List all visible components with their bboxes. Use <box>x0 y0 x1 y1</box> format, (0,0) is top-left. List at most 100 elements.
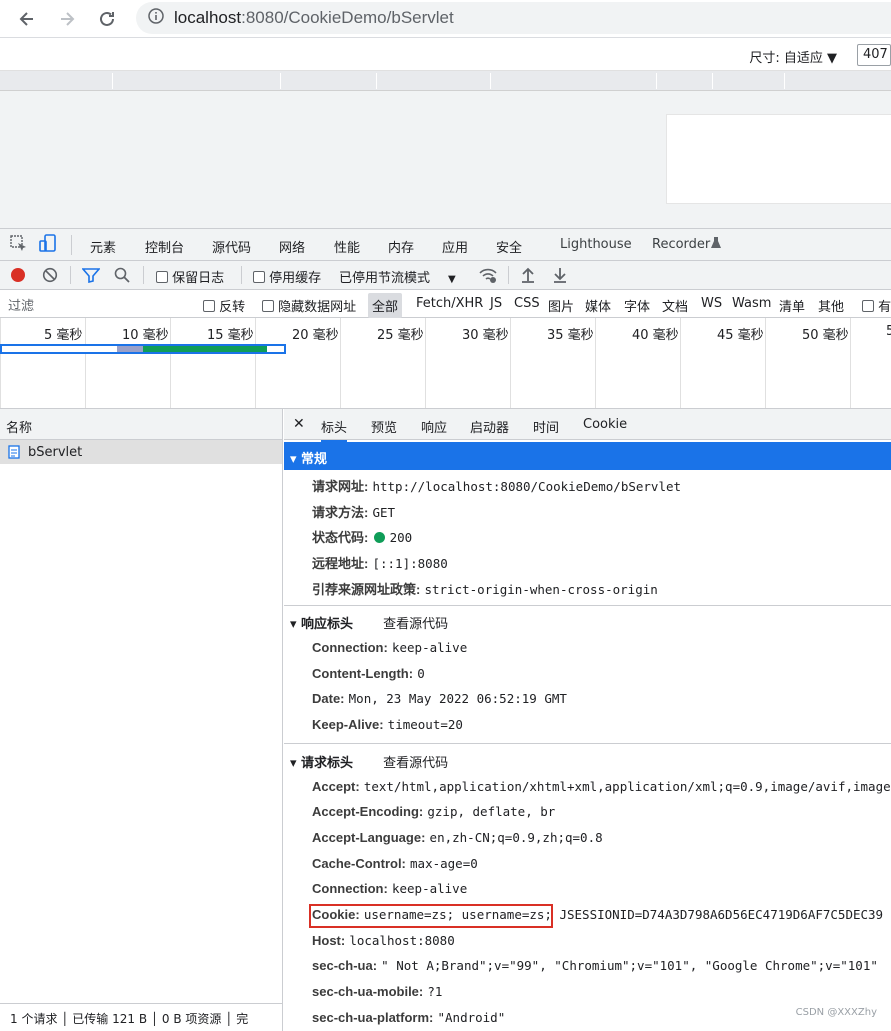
url-field[interactable]: localhost:8080/CookieDemo/bServlet <box>136 2 891 34</box>
header-value: " Not A;Brand";v="99", "Chromium";v="101… <box>381 958 878 973</box>
header-value: en,zh-CN;q=0.9,zh;q=0.8 <box>429 830 603 845</box>
general-request-url: 请求网址: http://localhost:8080/CookieDemo/b… <box>312 476 681 496</box>
request-details-panel: ✕ 标头 预览 响应 启动器 时间 Cookie ▾ 常规 请求网址: http… <box>284 409 891 1031</box>
network-conditions-icon[interactable] <box>478 266 498 288</box>
header-value: timeout=20 <box>387 717 463 732</box>
filter-input[interactable]: 过滤 <box>4 293 188 315</box>
header-key: Host: <box>312 933 346 948</box>
view-source-link[interactable]: 查看源代码 <box>383 756 448 771</box>
tab-performance[interactable]: 性能 <box>334 237 360 256</box>
request-header-row: sec-ch-ua-platform: "Android" <box>312 1010 505 1030</box>
checkbox[interactable] <box>156 271 168 283</box>
response-headers-section-header[interactable]: ▾ 响应标头 查看源代码 <box>284 607 891 635</box>
throttling-select[interactable]: 已停用节流模式 ▼ <box>339 267 456 286</box>
tab-cookies[interactable]: Cookie <box>583 417 627 432</box>
type-filter-media[interactable]: 媒体 <box>585 296 611 315</box>
search-icon[interactable] <box>114 267 130 287</box>
tab-console[interactable]: 控制台 <box>145 237 184 256</box>
flask-icon <box>710 236 722 254</box>
type-filter-other[interactable]: 其他 <box>818 296 844 315</box>
header-key: Connection: <box>312 640 388 655</box>
checkbox[interactable] <box>262 300 274 312</box>
type-filter-css[interactable]: CSS <box>514 296 540 311</box>
close-icon[interactable]: ✕ <box>293 416 305 432</box>
timeline-tick-label: 10 毫秒 <box>122 328 169 343</box>
blocked-requests-checkbox[interactable]: 有 <box>862 296 891 315</box>
request-row[interactable]: bServlet <box>0 440 282 464</box>
tab-elements[interactable]: 元素 <box>90 237 116 256</box>
general-section-header[interactable]: ▾ 常规 <box>284 442 891 470</box>
request-headers-section-header[interactable]: ▾ 请求标头 查看源代码 <box>284 746 891 774</box>
tab-network[interactable]: 网络 <box>279 237 306 263</box>
name-column-header[interactable]: 名称 <box>0 409 282 440</box>
type-filter-js[interactable]: JS <box>490 296 502 311</box>
timeline-overview[interactable]: 5 毫秒 10 毫秒 15 毫秒 20 毫秒 25 毫秒 30 毫秒 35 毫秒… <box>0 318 891 409</box>
tab-lighthouse[interactable]: Lighthouse <box>560 237 632 252</box>
type-filter-all[interactable]: 全部 <box>368 293 403 318</box>
timeline-tick-label: 20 毫秒 <box>292 328 339 343</box>
preserve-log-checkbox[interactable]: 保留日志 <box>156 267 224 286</box>
invert-checkbox[interactable]: 反转 <box>203 296 245 315</box>
media-query-ruler[interactable] <box>0 71 891 91</box>
info-icon[interactable] <box>148 8 164 28</box>
address-bar: localhost:8080/CookieDemo/bServlet <box>0 0 891 38</box>
timeline-tick-label: 15 毫秒 <box>207 328 254 343</box>
tab-timing[interactable]: 时间 <box>533 417 559 436</box>
tab-memory[interactable]: 内存 <box>388 237 414 256</box>
tab-application[interactable]: 应用 <box>442 237 468 256</box>
header-value: ?1 <box>427 984 443 999</box>
type-filter-manifest[interactable]: 清单 <box>779 296 805 315</box>
type-filter-img[interactable]: 图片 <box>548 296 574 315</box>
checkbox[interactable] <box>862 300 874 312</box>
record-icon[interactable] <box>10 267 26 287</box>
type-filter-font[interactable]: 字体 <box>624 296 650 315</box>
request-header-row: Accept-Language: en,zh-CN;q=0.9,zh;q=0.8 <box>312 830 603 850</box>
tab-security[interactable]: 安全 <box>496 237 522 256</box>
type-filter-ws[interactable]: WS <box>701 296 722 311</box>
devtools-tabbar: 元素 控制台 源代码 网络 性能 内存 应用 安全 Lighthouse Rec… <box>0 228 891 263</box>
url-path: :8080/CookieDemo/bServlet <box>241 8 454 27</box>
header-value: localhost:8080 <box>349 933 455 948</box>
header-key: 引荐来源网址政策: <box>312 582 421 597</box>
request-name: bServlet <box>28 444 83 460</box>
header-key: Date: <box>312 691 345 706</box>
tab-preview[interactable]: 预览 <box>371 417 397 436</box>
checkbox[interactable] <box>253 271 265 283</box>
header-key: 请求网址: <box>312 479 369 494</box>
response-header-row: Date: Mon, 23 May 2022 06:52:19 GMT <box>312 691 567 711</box>
clear-icon[interactable] <box>42 267 58 287</box>
inspect-element-icon[interactable] <box>10 235 28 257</box>
timeline-tick-label: 45 毫秒 <box>717 328 764 343</box>
view-source-link[interactable]: 查看源代码 <box>383 617 448 632</box>
cookie-highlight-box <box>309 904 553 928</box>
timeline-tick-label: 50 毫秒 <box>802 328 849 343</box>
timeline-tick-label: 40 毫秒 <box>632 328 679 343</box>
request-header-row: Cache-Control: max-age=0 <box>312 856 478 876</box>
network-toolbar: 保留日志 停用缓存 已停用节流模式 ▼ <box>0 261 891 290</box>
response-header-row: Keep-Alive: timeout=20 <box>312 717 463 737</box>
dimensions-dropdown[interactable]: 尺寸: 自适应 ▼ <box>749 47 837 66</box>
disable-cache-checkbox[interactable]: 停用缓存 <box>253 267 321 286</box>
filter-icon[interactable] <box>81 267 101 287</box>
response-header-row: Content-Length: 0 <box>312 666 425 686</box>
type-filter-doc[interactable]: 文档 <box>662 296 688 315</box>
import-har-icon[interactable] <box>520 266 536 288</box>
device-toggle-icon[interactable] <box>38 234 58 258</box>
width-input[interactable]: 407 <box>857 44 891 66</box>
hide-data-urls-checkbox[interactable]: 隐藏数据网址 <box>262 296 356 315</box>
checkbox[interactable] <box>203 300 215 312</box>
type-filter-wasm[interactable]: Wasm <box>732 296 771 311</box>
back-arrow-icon[interactable] <box>12 4 42 34</box>
tab-headers[interactable]: 标头 <box>321 417 348 442</box>
tab-recorder[interactable]: Recorder <box>652 237 710 252</box>
tab-sources[interactable]: 源代码 <box>212 237 251 256</box>
header-key: 远程地址: <box>312 556 369 571</box>
reload-icon[interactable] <box>92 4 122 34</box>
type-filter-fetch-xhr[interactable]: Fetch/XHR <box>416 296 483 311</box>
tab-response[interactable]: 响应 <box>421 417 447 436</box>
export-har-icon[interactable] <box>552 266 568 288</box>
header-value: text/html,application/xhtml+xml,applicat… <box>363 779 891 794</box>
tab-initiator[interactable]: 启动器 <box>470 417 509 436</box>
forward-arrow-icon[interactable] <box>52 4 82 34</box>
filter-bar: 过滤 反转 隐藏数据网址 全部 Fetch/XHR JS CSS 图片 媒体 字… <box>0 290 891 318</box>
